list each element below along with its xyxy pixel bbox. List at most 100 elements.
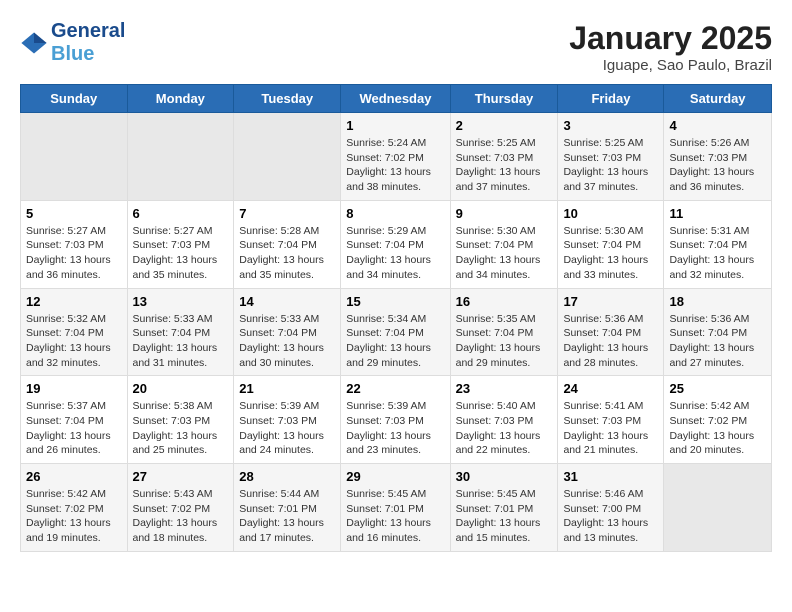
day-number: 23 [456,381,553,396]
day-info: Sunrise: 5:44 AM Sunset: 7:01 PM Dayligh… [239,487,335,546]
logo: General Blue [20,20,125,66]
calendar-week-row: 26 Sunrise: 5:42 AM Sunset: 7:02 PM Dayli… [21,464,772,552]
day-info: Sunrise: 5:24 AM Sunset: 7:02 PM Dayligh… [346,136,444,195]
calendar-cell: 12 Sunrise: 5:32 AM Sunset: 7:04 PM Dayli… [21,288,128,376]
calendar-header-row: SundayMondayTuesdayWednesdayThursdayFrid… [21,85,772,113]
calendar-cell: 27 Sunrise: 5:43 AM Sunset: 7:02 PM Dayli… [127,464,234,552]
day-info: Sunrise: 5:45 AM Sunset: 7:01 PM Dayligh… [346,487,444,546]
day-info: Sunrise: 5:42 AM Sunset: 7:02 PM Dayligh… [26,487,122,546]
calendar-cell: 16 Sunrise: 5:35 AM Sunset: 7:04 PM Dayli… [450,288,558,376]
calendar-cell: 28Sunrise: 5:44 AM Sunset: 7:01 PM Dayli… [234,464,341,552]
calendar-cell: 2Sunrise: 5:25 AM Sunset: 7:03 PM Daylig… [450,113,558,201]
calendar-cell: 10Sunrise: 5:30 AM Sunset: 7:04 PM Dayli… [558,200,664,288]
day-info: Sunrise: 5:32 AM Sunset: 7:04 PM Dayligh… [26,312,122,371]
day-info: Sunrise: 5:42 AM Sunset: 7:02 PM Dayligh… [669,399,766,458]
calendar-cell: 23 Sunrise: 5:40 AM Sunset: 7:03 PM Dayli… [450,376,558,464]
day-info: Sunrise: 5:29 AM Sunset: 7:04 PM Dayligh… [346,224,444,283]
calendar-week-row: 19 Sunrise: 5:37 AM Sunset: 7:04 PM Dayli… [21,376,772,464]
day-number: 29 [346,469,444,484]
calendar-cell: 31 Sunrise: 5:46 AM Sunset: 7:00 PM Dayli… [558,464,664,552]
day-info: Sunrise: 5:38 AM Sunset: 7:03 PM Dayligh… [133,399,229,458]
calendar-cell: 26 Sunrise: 5:42 AM Sunset: 7:02 PM Dayli… [21,464,128,552]
calendar-cell: 17 Sunrise: 5:36 AM Sunset: 7:04 PM Dayli… [558,288,664,376]
day-info: Sunrise: 5:33 AM Sunset: 7:04 PM Dayligh… [239,312,335,371]
day-info: Sunrise: 5:40 AM Sunset: 7:03 PM Dayligh… [456,399,553,458]
day-number: 1 [346,118,444,133]
day-info: Sunrise: 5:26 AM Sunset: 7:03 PM Dayligh… [669,136,766,195]
calendar-cell: 13 Sunrise: 5:33 AM Sunset: 7:04 PM Dayli… [127,288,234,376]
logo-icon [20,29,48,57]
day-info: Sunrise: 5:27 AM Sunset: 7:03 PM Dayligh… [26,224,122,283]
logo-general: General [51,20,125,43]
calendar-cell [127,113,234,201]
calendar-cell: 18 Sunrise: 5:36 AM Sunset: 7:04 PM Dayli… [664,288,772,376]
day-number: 16 [456,294,553,309]
day-number: 22 [346,381,444,396]
day-number: 20 [133,381,229,396]
column-header-monday: Monday [127,85,234,113]
day-info: Sunrise: 5:31 AM Sunset: 7:04 PM Dayligh… [669,224,766,283]
day-number: 7 [239,206,335,221]
day-number: 21 [239,381,335,396]
column-header-thursday: Thursday [450,85,558,113]
day-info: Sunrise: 5:43 AM Sunset: 7:02 PM Dayligh… [133,487,229,546]
column-header-saturday: Saturday [664,85,772,113]
calendar-week-row: 1 Sunrise: 5:24 AM Sunset: 7:02 PM Daylig… [21,113,772,201]
day-number: 3 [563,118,658,133]
calendar-cell: 29 Sunrise: 5:45 AM Sunset: 7:01 PM Dayli… [341,464,450,552]
calendar-cell: 14Sunrise: 5:33 AM Sunset: 7:04 PM Dayli… [234,288,341,376]
day-number: 30 [456,469,553,484]
day-number: 4 [669,118,766,133]
day-info: Sunrise: 5:36 AM Sunset: 7:04 PM Dayligh… [669,312,766,371]
calendar-cell: 19 Sunrise: 5:37 AM Sunset: 7:04 PM Dayli… [21,376,128,464]
day-info: Sunrise: 5:39 AM Sunset: 7:03 PM Dayligh… [346,399,444,458]
day-info: Sunrise: 5:39 AM Sunset: 7:03 PM Dayligh… [239,399,335,458]
calendar-table: SundayMondayTuesdayWednesdayThursdayFrid… [20,84,772,552]
day-number: 27 [133,469,229,484]
column-header-wednesday: Wednesday [341,85,450,113]
day-info: Sunrise: 5:30 AM Sunset: 7:04 PM Dayligh… [456,224,553,283]
day-number: 5 [26,206,122,221]
day-number: 12 [26,294,122,309]
day-info: Sunrise: 5:37 AM Sunset: 7:04 PM Dayligh… [26,399,122,458]
day-info: Sunrise: 5:35 AM Sunset: 7:04 PM Dayligh… [456,312,553,371]
day-info: Sunrise: 5:36 AM Sunset: 7:04 PM Dayligh… [563,312,658,371]
column-header-sunday: Sunday [21,85,128,113]
calendar-cell [664,464,772,552]
calendar-cell: 11Sunrise: 5:31 AM Sunset: 7:04 PM Dayli… [664,200,772,288]
day-info: Sunrise: 5:34 AM Sunset: 7:04 PM Dayligh… [346,312,444,371]
day-number: 31 [563,469,658,484]
day-number: 18 [669,294,766,309]
calendar-cell: 20 Sunrise: 5:38 AM Sunset: 7:03 PM Dayli… [127,376,234,464]
calendar-cell: 6 Sunrise: 5:27 AM Sunset: 7:03 PM Daylig… [127,200,234,288]
day-number: 2 [456,118,553,133]
calendar-cell: 24 Sunrise: 5:41 AM Sunset: 7:03 PM Dayli… [558,376,664,464]
column-header-tuesday: Tuesday [234,85,341,113]
calendar-cell: 5 Sunrise: 5:27 AM Sunset: 7:03 PM Daylig… [21,200,128,288]
calendar-cell: 15Sunrise: 5:34 AM Sunset: 7:04 PM Dayli… [341,288,450,376]
day-number: 13 [133,294,229,309]
day-number: 6 [133,206,229,221]
calendar-cell: 25 Sunrise: 5:42 AM Sunset: 7:02 PM Dayli… [664,376,772,464]
day-number: 24 [563,381,658,396]
calendar-cell: 21 Sunrise: 5:39 AM Sunset: 7:03 PM Dayli… [234,376,341,464]
day-info: Sunrise: 5:28 AM Sunset: 7:04 PM Dayligh… [239,224,335,283]
month-title: January 2025 [569,20,772,57]
calendar-cell: 1 Sunrise: 5:24 AM Sunset: 7:02 PM Daylig… [341,113,450,201]
day-number: 17 [563,294,658,309]
day-number: 26 [26,469,122,484]
day-info: Sunrise: 5:46 AM Sunset: 7:00 PM Dayligh… [563,487,658,546]
day-info: Sunrise: 5:41 AM Sunset: 7:03 PM Dayligh… [563,399,658,458]
calendar-week-row: 12 Sunrise: 5:32 AM Sunset: 7:04 PM Dayli… [21,288,772,376]
day-number: 19 [26,381,122,396]
calendar-cell: 8 Sunrise: 5:29 AM Sunset: 7:04 PM Daylig… [341,200,450,288]
day-number: 9 [456,206,553,221]
day-number: 25 [669,381,766,396]
day-number: 8 [346,206,444,221]
title-area: January 2025 Iguape, Sao Paulo, Brazil [569,20,772,74]
day-info: Sunrise: 5:33 AM Sunset: 7:04 PM Dayligh… [133,312,229,371]
column-header-friday: Friday [558,85,664,113]
calendar-cell: 4 Sunrise: 5:26 AM Sunset: 7:03 PM Daylig… [664,113,772,201]
day-info: Sunrise: 5:27 AM Sunset: 7:03 PM Dayligh… [133,224,229,283]
calendar-week-row: 5 Sunrise: 5:27 AM Sunset: 7:03 PM Daylig… [21,200,772,288]
